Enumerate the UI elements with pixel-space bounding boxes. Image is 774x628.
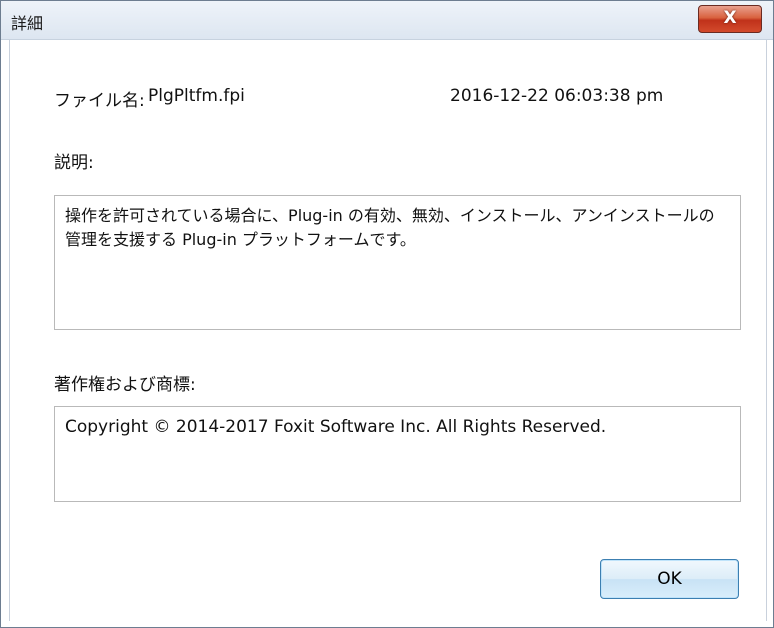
title-bar[interactable]: 詳細 X (1, 1, 773, 40)
description-textbox[interactable]: 操作を許可されている場合に、Plug-in の有効、無効、インストール、アンイン… (54, 195, 741, 330)
details-dialog: 詳細 X ファイル名: PlgPltfm.fpi 2016-12-22 06:0… (0, 0, 774, 628)
ok-button[interactable]: OK (600, 559, 739, 599)
description-label: 説明: (54, 153, 94, 173)
dialog-body: ファイル名: PlgPltfm.fpi 2016-12-22 06:03:38 … (9, 40, 767, 621)
copyright-text: Copyright © 2014-2017 Foxit Software Inc… (65, 417, 607, 437)
close-icon: X (723, 8, 737, 28)
file-name-value: PlgPltfm.fpi (148, 86, 245, 106)
copyright-label: 著作権および商標: (54, 375, 196, 395)
window-title: 詳細 (11, 14, 44, 33)
close-button[interactable]: X (698, 5, 762, 33)
description-text-line2: 管理を支援する Plug-in プラットフォームです。 (65, 230, 416, 249)
file-name-label: ファイル名: (54, 91, 145, 111)
file-timestamp: 2016-12-22 06:03:38 pm (450, 86, 664, 106)
copyright-textbox[interactable]: Copyright © 2014-2017 Foxit Software Inc… (54, 406, 741, 502)
description-text-line1: 操作を許可されている場合に、Plug-in の有効、無効、インストール、アンイン… (65, 206, 715, 225)
